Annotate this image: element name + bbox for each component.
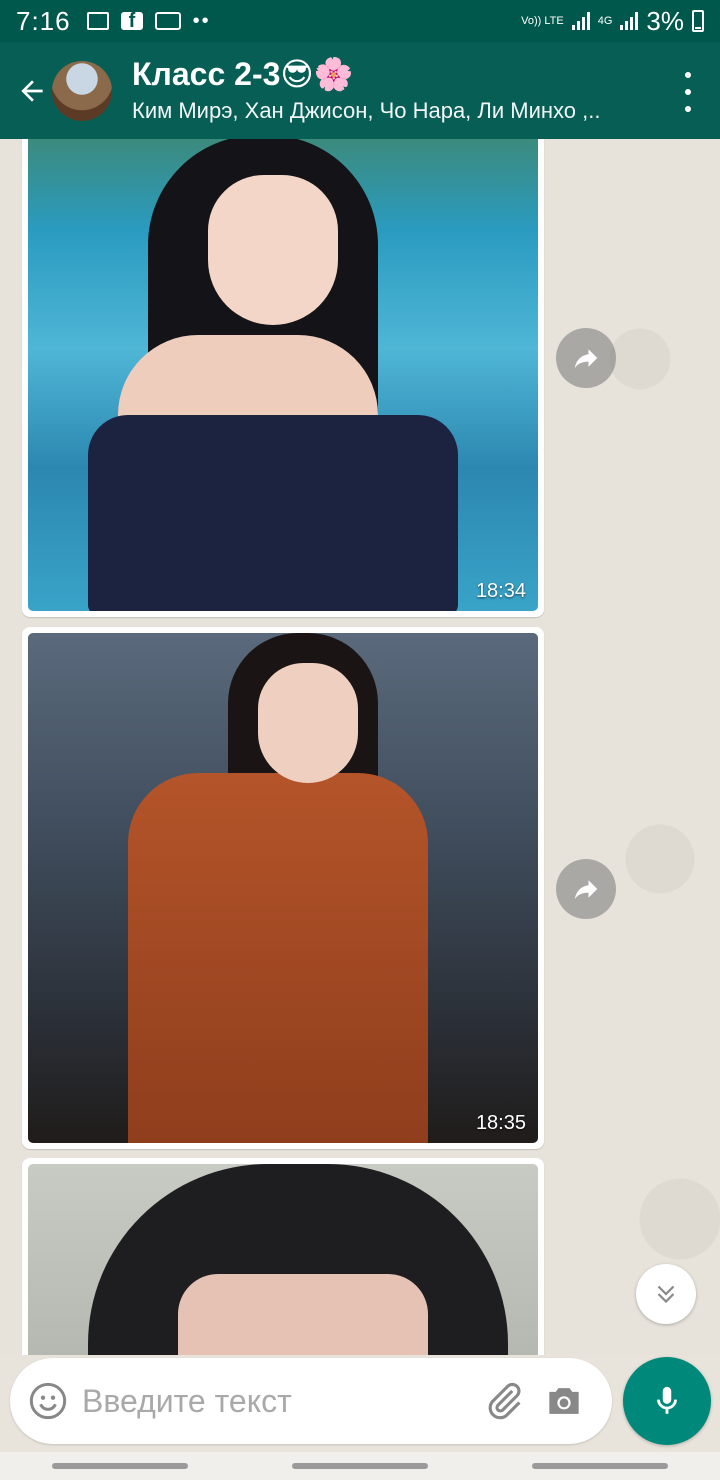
microphone-icon [657, 1386, 677, 1414]
signal-icon-2 [620, 12, 639, 30]
chat-title: Класс 2-3😎🌸 [132, 55, 354, 92]
volte-indicator: Vo)) LTE [521, 14, 564, 27]
chat-title-block[interactable]: Класс 2-3😎🌸 Ким Мирэ, Хан Джисон, Чо Нар… [132, 56, 600, 126]
message-composer [10, 1358, 612, 1444]
nav-gesture-left[interactable] [52, 1463, 188, 1469]
scroll-to-bottom-button[interactable] [636, 1264, 696, 1324]
gallery-icon [86, 12, 109, 30]
nav-gesture-right[interactable] [532, 1463, 668, 1469]
message-input[interactable] [80, 1381, 474, 1421]
emoji-icon[interactable] [28, 1381, 68, 1421]
status-bar: 7:16 •• Vo)) LTE 4G 3% [0, 0, 720, 42]
image-message[interactable] [22, 1158, 544, 1355]
voice-message-button[interactable] [623, 1357, 711, 1445]
more-notifications-icon: •• [192, 9, 211, 32]
nav-gesture-home[interactable] [292, 1463, 428, 1469]
forward-icon[interactable] [556, 328, 616, 388]
system-navigation-bar [0, 1452, 720, 1480]
attach-icon[interactable] [482, 1379, 526, 1423]
message-photo[interactable] [28, 139, 538, 611]
battery-icon [692, 10, 704, 32]
image-message[interactable]: 18:35 [22, 627, 544, 1149]
message-time: 18:34 [475, 580, 526, 602]
notification-icons: •• [86, 9, 211, 33]
forward-icon[interactable] [556, 859, 616, 919]
message-time: 18:35 [475, 1112, 526, 1134]
image-message[interactable]: 18:34 [22, 139, 544, 617]
video-icon [154, 12, 181, 30]
message-photo[interactable] [28, 1164, 538, 1355]
camera-icon[interactable] [542, 1379, 586, 1423]
back-arrow-icon[interactable] [12, 71, 52, 111]
overflow-menu-icon[interactable] [678, 72, 698, 112]
signal-icon [571, 12, 590, 30]
group-avatar[interactable] [52, 60, 112, 121]
network-indicator: 4G [597, 14, 613, 27]
status-right: Vo)) LTE 4G 3% [521, 6, 704, 37]
status-time: 7:16 [16, 5, 71, 36]
battery-percent: 3% [646, 5, 684, 36]
chat-members: Ким Мирэ, Хан Джисон, Чо Нара, Ли Минхо … [132, 97, 601, 123]
chat-header: Класс 2-3😎🌸 Ким Мирэ, Хан Джисон, Чо Нар… [0, 42, 720, 139]
message-list[interactable]: 18:34 18:35 [0, 139, 720, 1355]
double-chevron-down-icon [657, 1285, 675, 1304]
facebook-icon [120, 10, 143, 33]
message-photo[interactable] [28, 633, 538, 1143]
